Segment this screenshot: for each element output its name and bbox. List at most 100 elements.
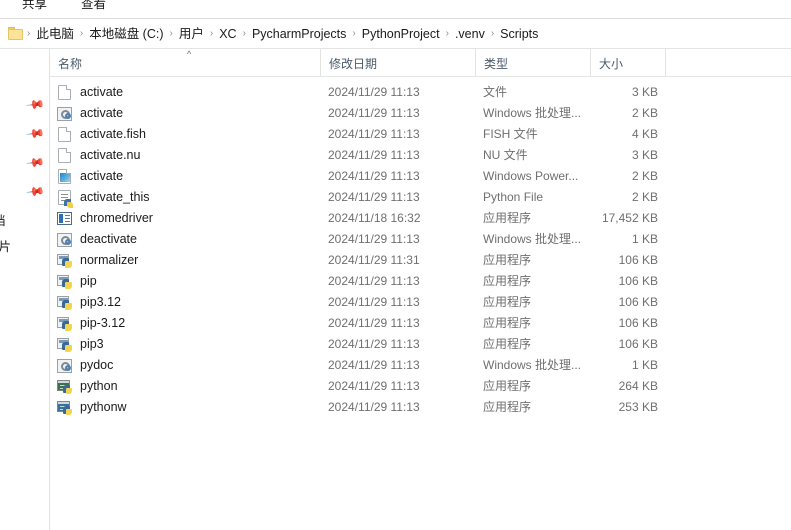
breadcrumb-item-1[interactable]: 本地磁盘 (C:) [84, 24, 168, 44]
file-name-cell[interactable]: chromedriver [56, 208, 316, 229]
file-name-cell[interactable]: pythonw [56, 397, 316, 418]
file-name-cell[interactable]: pip3.12 [56, 292, 316, 313]
file-name-cell[interactable]: deactivate [56, 229, 316, 250]
file-python-executable-icon [57, 316, 73, 332]
ribbon-tab-share[interactable]: 共享 [22, 0, 47, 13]
file-name-cell[interactable]: pip3 [56, 334, 316, 355]
column-header-name[interactable]: ^ 名称 [50, 49, 320, 76]
file-row[interactable]: activate.fish 2024/11/29 11:13 FISH 文件 4 KB [50, 124, 791, 145]
file-name-cell[interactable]: activate_this [56, 187, 316, 208]
column-header-size-label: 大小 [599, 57, 624, 71]
file-date-cell: 2024/11/29 11:13 [328, 274, 420, 288]
file-row[interactable]: pythonw 2024/11/29 11:13 应用程序 253 KB [50, 397, 791, 418]
file-row[interactable]: pip 2024/11/29 11:13 应用程序 106 KB [50, 271, 791, 292]
breadcrumb-item-4[interactable]: PycharmProjects [247, 24, 351, 44]
file-batch-icon [57, 359, 72, 373]
nav-item-quick-access-4[interactable]: 📌 [0, 181, 49, 202]
breadcrumb-item-5[interactable]: PythonProject [357, 24, 445, 44]
file-date-cell: 2024/11/29 11:13 [328, 127, 420, 141]
file-size-cell: 106 KB [618, 337, 658, 351]
file-list-pane[interactable]: ^ 名称 修改日期 类型 大小 activate 2024/11/29 11:13… [50, 49, 791, 530]
file-row[interactable]: python 2024/11/29 11:13 应用程序 264 KB [50, 376, 791, 397]
nav-item-quick-access-3[interactable]: 📌 [0, 152, 49, 173]
pin-icon: 📌 [25, 94, 46, 115]
file-size-cell: 1 KB [631, 232, 658, 246]
breadcrumb-item-2[interactable]: 用户 [174, 24, 209, 44]
file-row[interactable]: chromedriver 2024/11/18 16:32 应用程序 17,452 K… [50, 208, 791, 229]
file-row[interactable]: pydoc 2024/11/29 11:13 Windows 批处理... 1 KB [50, 355, 791, 376]
nav-item-pictures[interactable]: 图片 [0, 237, 49, 258]
file-size-cell: 106 KB [618, 316, 658, 330]
file-name-cell[interactable]: activate [56, 166, 316, 187]
column-header-date-label: 修改日期 [329, 57, 378, 71]
file-row[interactable]: activate 2024/11/29 11:13 文件 3 KB [50, 82, 791, 103]
address-bar[interactable]: › 此电脑 › 本地磁盘 (C:) › 用户 › XC › PycharmProjects › Pyt… [0, 19, 791, 49]
file-date-cell: 2024/11/29 11:31 [328, 253, 420, 267]
file-date-cell: 2024/11/29 11:13 [328, 379, 420, 393]
file-row[interactable]: activate.nu 2024/11/29 11:13 NU 文件 3 KB [50, 145, 791, 166]
file-size-cell: 106 KB [618, 295, 658, 309]
file-document-icon [58, 85, 71, 100]
file-python-executable-icon [57, 274, 73, 290]
file-name-label: normalizer [80, 253, 139, 267]
breadcrumb-item-3[interactable]: XC [214, 24, 241, 44]
file-size-cell: 253 KB [618, 400, 658, 414]
column-header-size[interactable]: 大小 [590, 49, 665, 76]
column-header-date[interactable]: 修改日期 [320, 49, 475, 76]
ribbon-tab-view[interactable]: 查看 [81, 0, 106, 13]
file-name-cell[interactable]: pip [56, 271, 316, 292]
nav-item-documents[interactable]: 档 [0, 211, 49, 232]
file-size-cell: 2 KB [631, 106, 658, 120]
file-name-cell[interactable]: pip-3.12 [56, 313, 316, 334]
file-name-label: pip3.12 [80, 295, 122, 309]
file-python-executable-icon [57, 253, 73, 269]
file-row[interactable]: activate 2024/11/29 11:13 Windows 批处理... 2 … [50, 103, 791, 124]
file-date-cell: 2024/11/29 11:13 [328, 400, 420, 414]
file-name-label: activate_this [80, 190, 150, 204]
pin-icon: 📌 [25, 123, 46, 144]
breadcrumb-item-7[interactable]: Scripts [495, 24, 543, 44]
nav-item-quick-access-2[interactable]: 📌 [0, 123, 49, 144]
file-python-console-icon [57, 400, 73, 416]
file-name-label: activate [80, 85, 124, 99]
nav-item-quick-access-1[interactable]: 📌 [0, 94, 49, 115]
file-row[interactable]: pip3.12 2024/11/29 11:13 应用程序 106 KB [50, 292, 791, 313]
breadcrumb-item-6[interactable]: .venv [450, 24, 490, 44]
file-date-cell: 2024/11/29 11:13 [328, 85, 420, 99]
file-size-cell: 264 KB [618, 379, 658, 393]
file-name-cell[interactable]: pydoc [56, 355, 316, 376]
file-row[interactable]: pip-3.12 2024/11/29 11:13 应用程序 106 KB [50, 313, 791, 334]
file-name-label: pythonw [80, 400, 127, 414]
file-name-cell[interactable]: activate [56, 82, 316, 103]
file-row[interactable]: activate 2024/11/29 11:13 Windows Power...… [50, 166, 791, 187]
file-date-cell: 2024/11/29 11:13 [328, 148, 420, 162]
nav-item-pictures-label: 图片 [0, 237, 11, 258]
file-name-cell[interactable]: activate.nu [56, 145, 316, 166]
navigation-pane[interactable]: 📌 📌 📌 📌 档 图片 [0, 49, 50, 530]
breadcrumb[interactable]: › 此电脑 › 本地磁盘 (C:) › 用户 › XC › PycharmProjects › Pyt… [26, 24, 543, 44]
file-row[interactable]: deactivate 2024/11/29 11:13 Windows 批处理...… [50, 229, 791, 250]
breadcrumb-item-0[interactable]: 此电脑 [31, 24, 79, 44]
file-row[interactable]: pip3 2024/11/29 11:13 应用程序 106 KB [50, 334, 791, 355]
pin-icon: 📌 [25, 152, 46, 173]
file-name-label: pip [80, 274, 97, 288]
folder-icon [8, 27, 24, 40]
file-name-label: activate [80, 169, 124, 183]
file-row[interactable]: activate_this 2024/11/29 11:13 Python File… [50, 187, 791, 208]
file-row[interactable]: normalizer 2024/11/29 11:31 应用程序 106 KB [50, 250, 791, 271]
file-name-cell[interactable]: activate [56, 103, 316, 124]
column-header-name-label: 名称 [58, 57, 83, 71]
file-date-cell: 2024/11/29 11:13 [328, 190, 420, 204]
file-size-cell: 1 KB [631, 358, 658, 372]
file-size-cell: 4 KB [631, 127, 658, 141]
file-name-cell[interactable]: python [56, 376, 316, 397]
file-name-cell[interactable]: activate.fish [56, 124, 316, 145]
file-python-executable-icon [57, 337, 73, 353]
file-name-label: activate [80, 106, 124, 120]
column-header-type[interactable]: 类型 [475, 49, 590, 76]
file-size-cell: 2 KB [631, 169, 658, 183]
sort-ascending-icon: ^ [187, 49, 192, 59]
file-date-cell: 2024/11/29 11:13 [328, 358, 420, 372]
column-header-spacer[interactable] [665, 49, 791, 76]
file-name-cell[interactable]: normalizer [56, 250, 316, 271]
